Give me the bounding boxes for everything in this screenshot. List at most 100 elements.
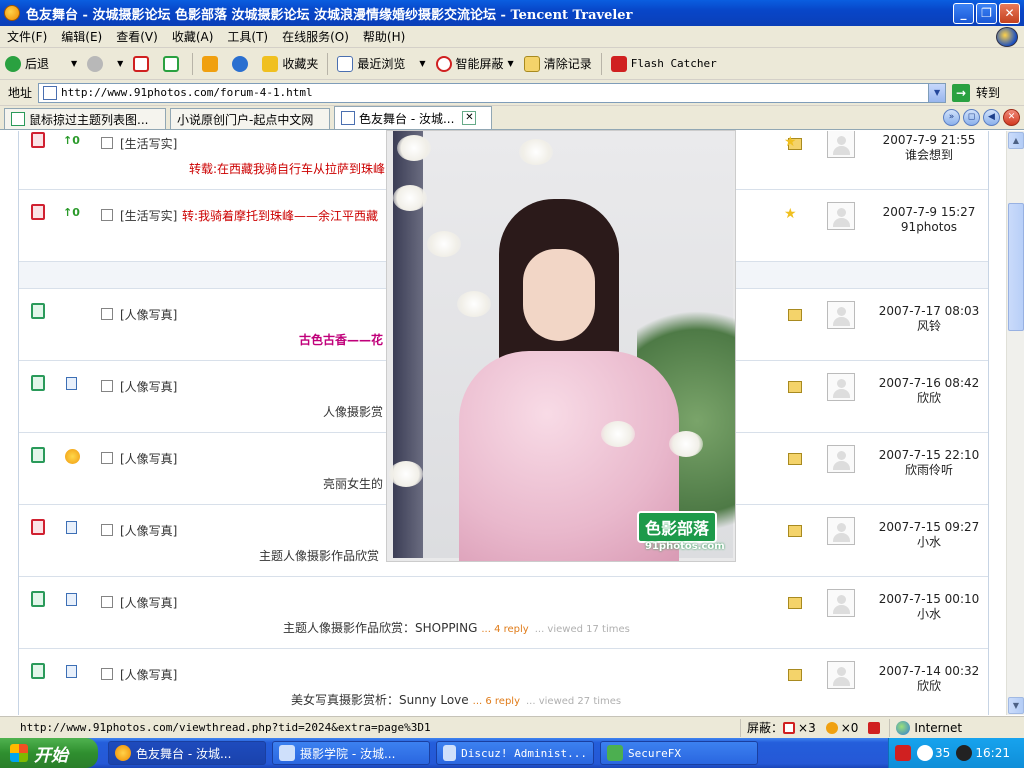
block-status[interactable]: 屏蔽： ×3 ×0: [740, 718, 889, 737]
tab-close-all-icon[interactable]: ✕: [1003, 109, 1020, 126]
select-checkbox[interactable]: [101, 668, 113, 680]
last-post-author[interactable]: 谁会想到: [869, 148, 989, 163]
select-checkbox[interactable]: [101, 524, 113, 536]
task-photo-academy[interactable]: 摄影学院 - 汝城...: [272, 741, 430, 765]
menu-view[interactable]: 查看(V): [109, 28, 165, 45]
refresh-button[interactable]: [158, 51, 188, 77]
avatar[interactable]: [827, 445, 855, 473]
last-post-date[interactable]: 2007-7-17 08:03: [869, 304, 989, 319]
smart-block-button[interactable]: 智能屏蔽 ▼: [431, 51, 519, 77]
last-post-author[interactable]: 欣欣: [869, 679, 989, 694]
minimize-button[interactable]: _: [953, 2, 974, 24]
last-post-date[interactable]: 2007-7-9 21:55: [869, 133, 989, 148]
tray-grid-icon[interactable]: [895, 745, 911, 761]
thread-category[interactable]: [人像写真]: [120, 306, 177, 323]
select-checkbox[interactable]: [101, 308, 113, 320]
select-checkbox[interactable]: [101, 380, 113, 392]
select-checkbox[interactable]: [101, 137, 113, 149]
tab-color-stage[interactable]: 色友舞台 - 汝城... ✕: [334, 106, 492, 129]
start-button[interactable]: 开始: [0, 738, 98, 768]
last-post-date[interactable]: 2007-7-9 15:27: [869, 205, 989, 220]
last-post-author[interactable]: 风铃: [869, 319, 989, 334]
flash-catcher-button[interactable]: Flash Catcher: [606, 51, 722, 77]
vertical-scrollbar[interactable]: ▲ ▼: [1006, 131, 1024, 715]
last-post-author[interactable]: 小水: [869, 535, 989, 550]
task-discuz-admin[interactable]: Discuz! Administ...: [436, 741, 594, 765]
last-post-date[interactable]: 2007-7-15 00:10: [869, 592, 989, 607]
address-input[interactable]: [61, 86, 922, 99]
maximize-button[interactable]: ❐: [976, 2, 997, 24]
select-checkbox[interactable]: [101, 452, 113, 464]
avatar[interactable]: [827, 589, 855, 617]
last-post-date[interactable]: 2007-7-16 08:42: [869, 376, 989, 391]
menu-tools[interactable]: 工具(T): [220, 28, 275, 45]
history-button[interactable]: [227, 51, 257, 77]
last-post-author[interactable]: 小水: [869, 607, 989, 622]
close-button[interactable]: ✕: [999, 2, 1020, 24]
go-button[interactable]: → 转到: [952, 83, 1000, 102]
avatar[interactable]: [827, 301, 855, 329]
back-dropdown-icon[interactable]: ▼: [71, 59, 77, 68]
thread-subject-link[interactable]: 亮丽女生的: [323, 475, 383, 492]
avatar[interactable]: [827, 202, 855, 230]
last-post-date[interactable]: 2007-7-14 00:32: [869, 664, 989, 679]
tab-close-icon[interactable]: ✕: [462, 111, 477, 125]
thread-subject-link[interactable]: 美女写真摄影赏析：Sunny Love... 6 reply ... viewed…: [291, 691, 621, 708]
thread-subject-link[interactable]: 人像摄影赏: [323, 403, 383, 420]
task-color-stage[interactable]: 色友舞台 - 汝城...: [108, 741, 266, 765]
home-button[interactable]: [197, 51, 227, 77]
thread-subject-link[interactable]: 古色古香——花: [299, 331, 383, 348]
thread-category[interactable]: [人像写真]: [120, 450, 177, 467]
avatar[interactable]: [827, 131, 855, 158]
tab-qidian[interactable]: 小说原创门户-起点中文网: [170, 108, 330, 129]
stop-button[interactable]: [128, 51, 158, 77]
thread-subject-link[interactable]: 转载:在西藏我骑自行车从拉萨到珠峰: [189, 160, 385, 177]
thread-category[interactable]: [人像写真]: [120, 378, 177, 395]
thread-category[interactable]: [生活写实]: [120, 135, 177, 152]
clear-history-button[interactable]: 清除记录: [519, 51, 597, 77]
last-post-author[interactable]: 91photos: [869, 220, 989, 235]
avatar[interactable]: [827, 517, 855, 545]
scroll-down-arrow-icon[interactable]: ▼: [1008, 697, 1024, 714]
last-post-author[interactable]: 欣欣: [869, 391, 989, 406]
thread-category[interactable]: [生活写实]: [120, 207, 177, 224]
app-icon[interactable]: [4, 5, 20, 21]
menu-edit[interactable]: 编辑(E): [54, 28, 109, 45]
avatar[interactable]: [827, 373, 855, 401]
address-box[interactable]: ▼: [38, 82, 947, 103]
qq-penguin-icon[interactable]: [956, 745, 973, 761]
last-post-date[interactable]: 2007-7-15 22:10: [869, 448, 989, 463]
task-securefx[interactable]: SecureFX: [600, 741, 758, 765]
recent-dropdown-icon[interactable]: ▼: [419, 59, 425, 68]
scroll-thumb[interactable]: [1008, 203, 1024, 331]
select-checkbox[interactable]: [101, 596, 113, 608]
avatar[interactable]: [827, 661, 855, 689]
thread-subject-link[interactable]: 主题人像摄影作品欣赏: [259, 547, 379, 564]
recent-button[interactable]: 最近浏览 ▼: [332, 51, 430, 77]
forward-dropdown-icon[interactable]: ▼: [117, 59, 123, 68]
tab-back-icon[interactable]: ◀: [983, 109, 1000, 126]
thread-subject-link[interactable]: 转:我骑着摩托到珠峰——余江平西藏: [182, 207, 378, 224]
back-button[interactable]: 后退 ▼: [0, 51, 82, 77]
thread-category[interactable]: [人像写真]: [120, 594, 177, 611]
thread-category[interactable]: [人像写真]: [120, 522, 177, 539]
menu-online-services[interactable]: 在线服务(O): [275, 28, 356, 45]
thread-category[interactable]: [人像写真]: [120, 666, 177, 683]
tray-arrow-icon[interactable]: [917, 745, 933, 761]
select-checkbox[interactable]: [101, 209, 113, 221]
filter-icon[interactable]: [868, 721, 881, 734]
menu-favorites[interactable]: 收藏(A): [165, 28, 221, 45]
last-post-date[interactable]: 2007-7-15 09:27: [869, 520, 989, 535]
menu-help[interactable]: 帮助(H): [356, 28, 412, 45]
table-row[interactable]: [人像写真] 美女写真摄影赏析：Sunny Love... 6 reply ... …: [19, 649, 988, 715]
tab-list-icon[interactable]: »: [943, 109, 960, 126]
menu-file[interactable]: 文件(F): [0, 28, 54, 45]
tab-mouse-hover-list[interactable]: 鼠标掠过主题列表图...: [4, 108, 166, 129]
last-post-author[interactable]: 欣雨伶听: [869, 463, 989, 478]
table-row[interactable]: [人像写真] 主题人像摄影作品欣赏：SHOPPING... 4 reply ... …: [19, 577, 988, 649]
scroll-up-arrow-icon[interactable]: ▲: [1008, 132, 1024, 149]
forward-button[interactable]: ▼: [82, 51, 128, 77]
thread-subject-link[interactable]: 主题人像摄影作品欣赏：SHOPPING... 4 reply ... viewed…: [283, 619, 630, 636]
address-dropdown-icon[interactable]: ▼: [928, 83, 946, 102]
smart-block-dropdown-icon[interactable]: ▼: [508, 59, 514, 68]
